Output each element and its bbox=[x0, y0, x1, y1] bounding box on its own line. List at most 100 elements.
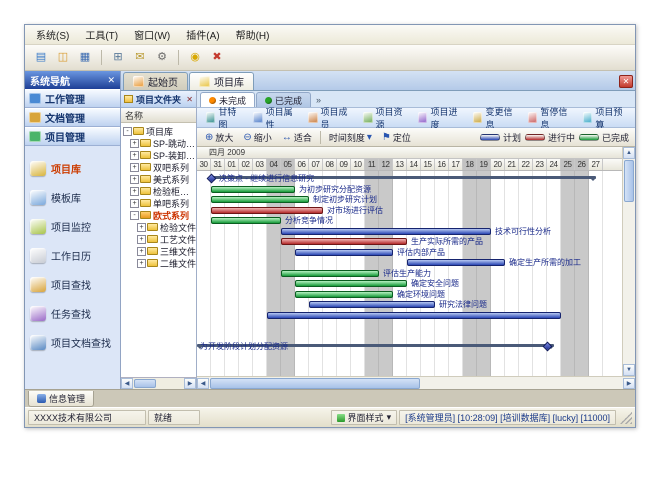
save-button[interactable]: ▦ bbox=[75, 48, 95, 67]
task-bar[interactable] bbox=[211, 196, 309, 203]
tree-expander-icon[interactable]: + bbox=[130, 175, 139, 184]
resize-grip[interactable] bbox=[620, 412, 632, 424]
tree-expander-icon[interactable]: + bbox=[137, 259, 146, 268]
tree-expander-icon[interactable]: - bbox=[123, 127, 132, 136]
pause-view-button[interactable]: 暂停信息 bbox=[523, 109, 576, 126]
task-bar[interactable] bbox=[211, 207, 323, 214]
zoom-in-button[interactable]: ⊕放大 bbox=[201, 130, 237, 145]
tree-expander-icon[interactable]: + bbox=[130, 199, 139, 208]
tree-expander-icon[interactable]: + bbox=[130, 139, 139, 148]
tree-expander-icon[interactable]: - bbox=[130, 211, 139, 220]
sidebar-item-work-calendar[interactable]: 工作日历 bbox=[25, 241, 120, 270]
tree-item[interactable]: +美式系列 bbox=[121, 173, 196, 185]
scroll-thumb[interactable] bbox=[134, 379, 156, 388]
task-bar[interactable] bbox=[407, 259, 505, 266]
menu-item-window[interactable]: 窗口(W) bbox=[127, 25, 177, 44]
menu-item-system[interactable]: 系统(S) bbox=[29, 25, 76, 44]
sidebar-item-label: 项目库 bbox=[51, 161, 81, 176]
scroll-up-icon[interactable]: ▲ bbox=[623, 147, 635, 159]
settings-button[interactable]: ⚙ bbox=[152, 48, 172, 67]
task-bar[interactable] bbox=[211, 217, 281, 224]
fit-button[interactable]: ↔适合 bbox=[278, 130, 316, 145]
sidebar-close-icon[interactable]: ✕ bbox=[107, 75, 115, 86]
folder-tree-hscroll[interactable]: ◀ ▶ bbox=[121, 377, 196, 389]
task-bar[interactable] bbox=[295, 291, 393, 298]
sidebar-item-project-monitor[interactable]: 项目监控 bbox=[25, 212, 120, 241]
tree-item[interactable]: -欧式系列 bbox=[121, 209, 196, 221]
chevron-double-icon[interactable]: » bbox=[312, 95, 325, 105]
day-cell: 10 bbox=[351, 159, 365, 170]
tree-item[interactable]: +检验柜系列 bbox=[121, 185, 196, 197]
tree-item[interactable]: +双吧系列 bbox=[121, 161, 196, 173]
sidebar-item-template-library[interactable]: 模板库 bbox=[25, 183, 120, 212]
scroll-right-icon[interactable]: ▶ bbox=[623, 378, 635, 389]
budget-view-button[interactable]: 项目预算 bbox=[578, 109, 631, 126]
tree-item[interactable]: -项目库 bbox=[121, 125, 196, 137]
tree-item[interactable]: +三维文件 bbox=[121, 245, 196, 257]
task-bar[interactable] bbox=[267, 312, 561, 319]
scroll-thumb[interactable] bbox=[210, 378, 420, 389]
task-bar[interactable] bbox=[295, 280, 407, 287]
tree-item[interactable]: +工艺文件 bbox=[121, 233, 196, 245]
sidebar-item-project-library[interactable]: 项目库 bbox=[25, 154, 120, 183]
tree-expander-icon[interactable]: + bbox=[137, 247, 146, 256]
bottom-tab-info-management[interactable]: 信息管理 bbox=[28, 391, 94, 407]
close-tab-icon[interactable]: ✕ bbox=[619, 75, 633, 88]
tree-item[interactable]: +SP-装卸机系列 bbox=[121, 149, 196, 161]
task-bar[interactable] bbox=[281, 270, 379, 277]
name-column-header[interactable]: 名称 bbox=[121, 108, 196, 123]
properties-view-button[interactable]: 项目属性 bbox=[248, 109, 301, 126]
open-button[interactable]: ◫ bbox=[53, 48, 73, 67]
members-view-button[interactable]: 项目成员 bbox=[303, 109, 356, 126]
gantt-view-button[interactable]: 甘特图 bbox=[201, 109, 246, 126]
tabs-row: 起始页项目库 ✕ bbox=[121, 71, 635, 91]
time-scale-button[interactable]: 时间刻度▾ bbox=[325, 130, 376, 145]
gantt-hscroll[interactable]: ◀ ▶ bbox=[197, 376, 635, 389]
task-bar[interactable] bbox=[295, 249, 393, 256]
resources-view-button[interactable]: 项目资源 bbox=[358, 109, 411, 126]
menu-item-help[interactable]: 帮助(H) bbox=[229, 25, 277, 44]
scroll-thumb[interactable] bbox=[624, 160, 634, 202]
zoom-out-button[interactable]: ⊖缩小 bbox=[239, 130, 275, 145]
scroll-left-icon[interactable]: ◀ bbox=[121, 378, 133, 389]
scroll-right-icon[interactable]: ▶ bbox=[184, 378, 196, 389]
task-bar[interactable] bbox=[281, 238, 407, 245]
sidebar-item-task-search[interactable]: 任务查找 bbox=[25, 299, 120, 328]
sidebar-item-project-search[interactable]: 项目查找 bbox=[25, 270, 120, 299]
task-bar[interactable] bbox=[309, 301, 435, 308]
print-button[interactable]: ⊞ bbox=[108, 48, 128, 67]
menu-item-tools[interactable]: 工具(T) bbox=[78, 25, 125, 44]
tree-item[interactable]: +二维文件 bbox=[121, 257, 196, 269]
task-bar[interactable] bbox=[281, 228, 491, 235]
tree-item[interactable]: +SP-跳动机系列 bbox=[121, 137, 196, 149]
view-button-label: 变更信息 bbox=[485, 105, 516, 131]
ui-style-selector[interactable]: 界面样式 ▾ bbox=[331, 410, 398, 425]
gantt-vscroll[interactable]: ▲ ▼ bbox=[622, 147, 635, 376]
exit-button[interactable]: ✖ bbox=[207, 48, 227, 67]
progress-view-button[interactable]: 项目进度 bbox=[413, 109, 466, 126]
chevron-down-icon[interactable]: ▾ bbox=[387, 412, 392, 423]
new-button[interactable]: ▤ bbox=[31, 48, 51, 67]
task-bar[interactable] bbox=[211, 186, 295, 193]
lock-button[interactable]: ◉ bbox=[185, 48, 205, 67]
menu-item-plugins[interactable]: 插件(A) bbox=[179, 25, 226, 44]
tree-expander-icon[interactable]: + bbox=[130, 187, 139, 196]
scroll-left-icon[interactable]: ◀ bbox=[197, 378, 209, 389]
sidebar-section-work-mgmt[interactable]: 工作管理 bbox=[25, 89, 120, 108]
changes-view-button[interactable]: 变更信息 bbox=[468, 109, 521, 126]
tab-start-page[interactable]: 起始页 bbox=[123, 72, 188, 90]
tab-project-library[interactable]: 项目库 bbox=[189, 72, 254, 90]
sidebar-section-doc-mgmt[interactable]: 文档管理 bbox=[25, 108, 120, 127]
tree-expander-icon[interactable]: + bbox=[130, 151, 139, 160]
tree-expander-icon[interactable]: + bbox=[137, 223, 146, 232]
sidebar-item-project-doc-search[interactable]: 项目文档查找 bbox=[25, 328, 120, 357]
tree-item[interactable]: +检验文件 bbox=[121, 221, 196, 233]
locate-button[interactable]: ⚑定位 bbox=[378, 130, 415, 145]
tree-item[interactable]: +单吧系列 bbox=[121, 197, 196, 209]
mail-button[interactable]: ✉ bbox=[130, 48, 150, 67]
scroll-down-icon[interactable]: ▼ bbox=[623, 364, 635, 376]
sidebar-section-project-mgmt[interactable]: 项目管理 bbox=[25, 127, 120, 146]
tree-expander-icon[interactable]: + bbox=[137, 235, 146, 244]
tree-expander-icon[interactable]: + bbox=[130, 163, 139, 172]
folder-panel-close-icon[interactable]: ✕ bbox=[186, 95, 193, 104]
